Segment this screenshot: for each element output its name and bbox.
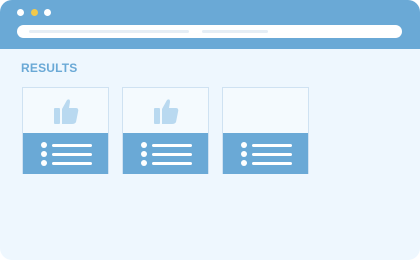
window-minimize-button[interactable] bbox=[31, 9, 38, 16]
text-line bbox=[152, 161, 192, 165]
card-list bbox=[123, 133, 208, 174]
thumbs-up-icon bbox=[54, 99, 79, 124]
text-line bbox=[252, 143, 292, 147]
page-title: RESULTS bbox=[21, 61, 78, 75]
url-placeholder-line bbox=[29, 30, 189, 33]
result-card[interactable] bbox=[122, 87, 209, 174]
bullet-icon bbox=[41, 160, 47, 166]
text-line bbox=[52, 152, 92, 156]
bullet-icon bbox=[241, 142, 247, 148]
text-line bbox=[52, 161, 92, 165]
bullet-icon bbox=[241, 151, 247, 157]
bullet-icon bbox=[41, 142, 47, 148]
bullet-icon bbox=[141, 151, 147, 157]
card-image bbox=[123, 88, 208, 133]
list-item bbox=[41, 142, 96, 148]
window-close-button[interactable] bbox=[17, 9, 24, 16]
list-item bbox=[141, 142, 196, 148]
text-line bbox=[252, 161, 292, 165]
window-maximize-button[interactable] bbox=[44, 9, 51, 16]
list-item bbox=[141, 160, 196, 166]
bullet-icon bbox=[41, 151, 47, 157]
card-list bbox=[223, 133, 308, 174]
card-image bbox=[223, 88, 308, 133]
text-line bbox=[152, 143, 192, 147]
bullet-icon bbox=[241, 160, 247, 166]
text-line bbox=[252, 152, 292, 156]
bullet-icon bbox=[141, 142, 147, 148]
title-bar bbox=[0, 0, 420, 49]
browser-window: RESULTS bbox=[0, 0, 420, 260]
card-list bbox=[23, 133, 108, 174]
list-item bbox=[41, 160, 96, 166]
text-line bbox=[152, 152, 192, 156]
card-image bbox=[23, 88, 108, 133]
list-item bbox=[241, 151, 296, 157]
address-bar[interactable] bbox=[17, 25, 402, 38]
list-item bbox=[241, 160, 296, 166]
text-line bbox=[52, 143, 92, 147]
url-placeholder-line bbox=[202, 30, 268, 33]
list-item bbox=[141, 151, 196, 157]
list-item bbox=[41, 151, 96, 157]
thumbs-up-icon bbox=[154, 99, 179, 124]
result-card[interactable] bbox=[22, 87, 109, 174]
list-item bbox=[241, 142, 296, 148]
result-card[interactable] bbox=[222, 87, 309, 174]
bullet-icon bbox=[141, 160, 147, 166]
